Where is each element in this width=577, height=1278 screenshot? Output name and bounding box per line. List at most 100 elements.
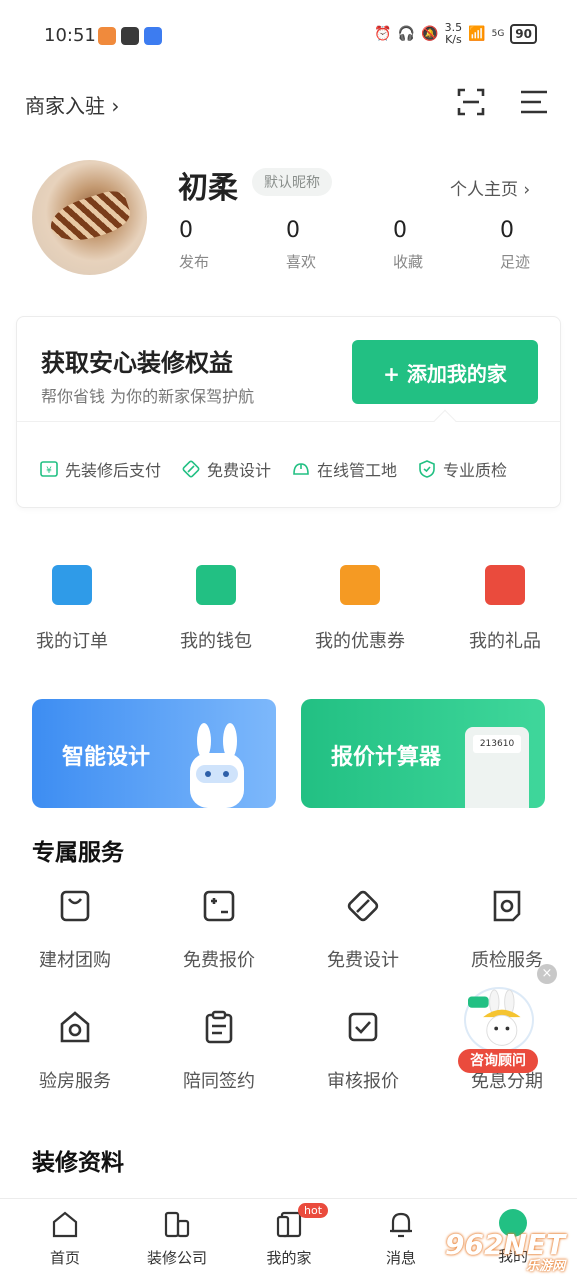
close-icon[interactable]: ×: [537, 964, 557, 984]
nav-label: 装修公司: [146, 1249, 207, 1267]
consultant-label: 咨询顾问: [458, 1049, 538, 1073]
headphones-icon: 🎧: [397, 26, 416, 42]
service-house-inspection[interactable]: 验房服务: [15, 1009, 135, 1093]
calculator-display: 213610: [473, 735, 521, 753]
quote-calculator-icon: [203, 890, 235, 922]
speed-unit: K/s: [445, 33, 462, 46]
network-speed: 3.5 K/s: [445, 22, 463, 46]
stat-label: 喜欢: [286, 253, 317, 271]
design-ruler-icon: [347, 890, 379, 922]
design-icon: [182, 460, 200, 478]
stat-history[interactable]: 0 足迹: [500, 218, 560, 272]
card-notch: [433, 409, 457, 433]
stat-value: 0: [179, 218, 193, 243]
nickname-tag: 默认昵称: [252, 168, 332, 196]
battery-indicator: 90: [510, 24, 537, 44]
smart-design-banner[interactable]: 智能设计: [32, 699, 276, 808]
benefit-subtitle: 帮你省钱 为你的新家保驾护航: [41, 387, 255, 406]
nickname[interactable]: 初柔: [178, 163, 238, 207]
stat-label: 发布: [179, 253, 210, 271]
service-label: 陪同签约: [183, 1071, 255, 1092]
exclusive-services-title: 专属服务: [32, 840, 124, 866]
checkbox-icon: [348, 1012, 378, 1042]
perk-list: ¥ 先装修后支付 免费设计 在线管工地 专业质检: [39, 457, 507, 481]
my-coupons-button[interactable]: 我的优惠券: [300, 565, 420, 653]
add-my-home-button[interactable]: + 添加我的家: [352, 340, 538, 404]
mute-icon: 🔕: [421, 26, 439, 42]
quick-label: 我的订单: [36, 631, 108, 652]
nav-my-home[interactable]: hot 我的家: [244, 1203, 334, 1268]
my-wallet-button[interactable]: 我的钱包: [156, 565, 276, 653]
status-right: ⏰ 🎧 🔕 3.5 K/s 📶 5G 90: [374, 22, 537, 46]
rabbit-face-icon: [468, 989, 521, 1046]
stat-label: 收藏: [393, 253, 424, 271]
perk-item: 在线管工地: [291, 457, 397, 481]
service-free-quote[interactable]: 免费报价: [159, 888, 279, 972]
stat-label: 足迹: [500, 253, 531, 271]
avatar[interactable]: [32, 160, 147, 275]
stat-favorites[interactable]: 0 收藏: [393, 218, 453, 272]
quote-calculator-banner[interactable]: 报价计算器 213610: [301, 699, 545, 808]
service-label: 建材团购: [39, 950, 111, 971]
card-divider: [17, 421, 560, 422]
menu-icon[interactable]: [518, 86, 550, 118]
benefit-card: 获取安心装修权益 帮你省钱 为你的新家保驾护航 + 添加我的家 ¥ 先装修后支付…: [16, 316, 561, 508]
service-contract-escort[interactable]: 陪同签约: [159, 1009, 279, 1093]
pay-later-icon: ¥: [40, 461, 58, 477]
nav-label: 首页: [49, 1249, 80, 1267]
wallet-icon: [196, 565, 236, 605]
wifi-icon: 📶: [468, 26, 486, 42]
service-label: 审核报价: [327, 1071, 399, 1092]
calculator-icon: 213610: [465, 727, 529, 808]
stat-value: 0: [500, 218, 514, 243]
quick-label: 我的钱包: [180, 631, 252, 652]
quick-label: 我的优惠券: [315, 631, 405, 652]
merchant-entry-link[interactable]: 商家入驻 ›: [25, 90, 119, 119]
service-quote-review[interactable]: 审核报价: [303, 1009, 423, 1093]
alarm-icon: ⏰: [374, 26, 392, 42]
scan-icon[interactable]: [455, 86, 487, 118]
service-building-materials[interactable]: 建材团购: [15, 888, 135, 972]
clipboard-icon: [205, 1010, 233, 1044]
perk-item: 专业质检: [417, 457, 507, 481]
status-time: 10:51: [44, 25, 96, 46]
materials-title: 装修资料: [32, 1150, 124, 1176]
inspection-icon: [493, 890, 521, 922]
nav-messages[interactable]: 消息: [356, 1209, 446, 1268]
site-watermark: 962NET 乐游网: [445, 1228, 565, 1274]
network-type: 5G: [491, 29, 505, 39]
stat-value: 0: [286, 218, 300, 243]
helmet-icon: [293, 463, 309, 475]
order-icon: [52, 565, 92, 605]
upload-notification-icon: [121, 27, 139, 45]
rabbit-advisor-icon: [464, 987, 534, 1053]
consultant-float[interactable]: × 咨询顾问: [456, 964, 557, 1073]
quick-label: 我的礼品: [469, 631, 541, 652]
stat-value: 0: [393, 218, 407, 243]
coupon-icon: [340, 565, 380, 605]
svg-text:¥: ¥: [46, 466, 52, 476]
my-orders-button[interactable]: 我的订单: [12, 565, 132, 653]
rabbit-mascot-icon: [190, 723, 244, 808]
perk-label: 先装修后支付: [65, 461, 162, 480]
service-free-design[interactable]: 免费设计: [303, 888, 423, 972]
perk-label: 免费设计: [207, 461, 272, 480]
service-label: 免费设计: [327, 950, 399, 971]
perk-item: ¥ 先装修后支付: [39, 457, 161, 481]
home-icon: [52, 1211, 78, 1238]
benefit-title: 获取安心装修权益: [41, 349, 233, 377]
shield-check-icon: [419, 460, 435, 478]
mail-notification-icon: [144, 27, 162, 45]
perk-label: 专业质检: [443, 461, 508, 480]
perk-item: 免费设计: [181, 457, 271, 481]
banner-title: 智能设计: [62, 745, 151, 770]
nav-decoration-company[interactable]: 装修公司: [132, 1209, 222, 1268]
stat-likes[interactable]: 0 喜欢: [286, 218, 346, 272]
nav-home[interactable]: 首页: [20, 1209, 110, 1268]
personal-homepage-link[interactable]: 个人主页 ›: [450, 175, 530, 200]
hot-badge: hot: [298, 1203, 329, 1218]
app-notification-icon: [98, 27, 116, 45]
my-gifts-button[interactable]: 我的礼品: [445, 565, 565, 653]
service-inspection[interactable]: 质检服务: [447, 888, 567, 972]
stat-posts[interactable]: 0 发布: [179, 218, 239, 272]
